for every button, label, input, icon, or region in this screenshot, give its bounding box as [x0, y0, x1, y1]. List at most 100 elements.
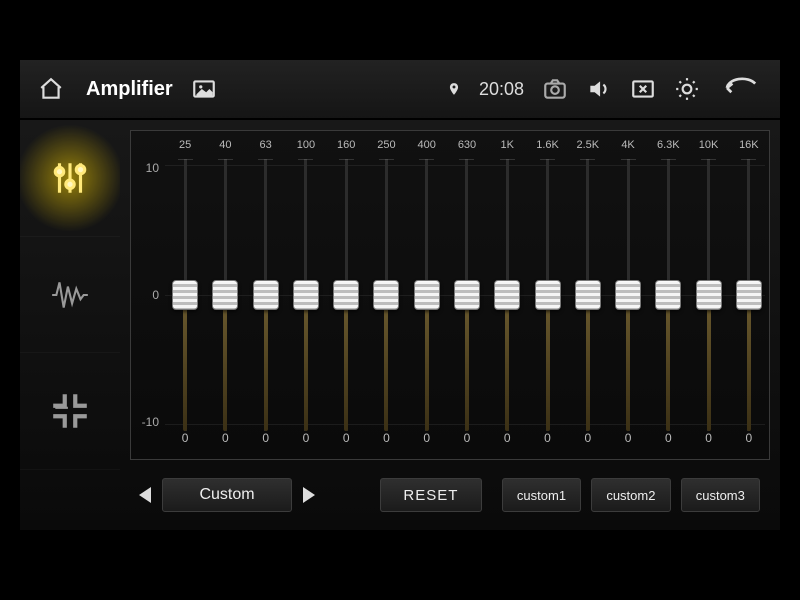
band-slider[interactable]: [286, 159, 326, 431]
band-thumb[interactable]: [333, 280, 359, 310]
band-stem: [465, 295, 469, 431]
band-thumb[interactable]: [373, 280, 399, 310]
band-slider[interactable]: [366, 159, 406, 431]
band-thumb[interactable]: [414, 280, 440, 310]
brightness-icon[interactable]: [674, 76, 700, 102]
status-bar: Amplifier 20:08: [20, 60, 780, 120]
band-value-label: 0: [343, 431, 350, 451]
band-stem: [626, 295, 630, 431]
band-stem: [344, 295, 348, 431]
mode-sidebar: [20, 120, 120, 470]
band-slider[interactable]: [648, 159, 688, 431]
eq-mode-tab[interactable]: [20, 120, 120, 237]
band-value-label: 0: [464, 431, 471, 451]
band-thumb[interactable]: [454, 280, 480, 310]
band-value-label: 0: [584, 431, 591, 451]
band-thumb[interactable]: [535, 280, 561, 310]
band-slider[interactable]: [608, 159, 648, 431]
bottom-bar: Custom RESET custom1 custom2 custom3: [120, 470, 770, 520]
scale-mid: 0: [131, 288, 159, 302]
band-thumb[interactable]: [212, 280, 238, 310]
eq-band: 400 0: [407, 131, 447, 459]
band-slider[interactable]: [407, 159, 447, 431]
band-freq-label: 1K: [501, 139, 514, 159]
band-slider[interactable]: [568, 159, 608, 431]
preset-name-display[interactable]: Custom: [162, 478, 292, 512]
band-slider[interactable]: [326, 159, 366, 431]
band-stem: [304, 295, 308, 431]
band-value-label: 0: [625, 431, 632, 451]
band-value-label: 0: [222, 431, 229, 451]
eq-band: 250 0: [366, 131, 406, 459]
band-freq-label: 400: [418, 139, 436, 159]
back-icon[interactable]: [718, 76, 762, 102]
band-slider[interactable]: [447, 159, 487, 431]
band-stem: [546, 295, 550, 431]
volume-icon[interactable]: [586, 76, 612, 102]
camera-icon[interactable]: [542, 76, 568, 102]
band-freq-label: 1.6K: [536, 139, 559, 159]
band-stem: [183, 295, 187, 431]
band-freq-label: 630: [458, 139, 476, 159]
eq-band: 630 0: [447, 131, 487, 459]
band-value-label: 0: [746, 431, 753, 451]
band-slider[interactable]: [246, 159, 286, 431]
eq-band: 10K 0: [688, 131, 728, 459]
eq-band: 1K 0: [487, 131, 527, 459]
band-stem: [223, 295, 227, 431]
band-stem: [586, 295, 590, 431]
band-thumb[interactable]: [293, 280, 319, 310]
eq-band: 2.5K 0: [568, 131, 608, 459]
custom-slot-2-button[interactable]: custom2: [591, 478, 670, 512]
band-slider[interactable]: [527, 159, 567, 431]
band-stem: [384, 295, 388, 431]
band-freq-label: 100: [297, 139, 315, 159]
band-slider[interactable]: [487, 159, 527, 431]
band-freq-label: 63: [260, 139, 272, 159]
band-freq-label: 250: [377, 139, 395, 159]
preset-prev-button[interactable]: [130, 480, 160, 510]
band-thumb[interactable]: [494, 280, 520, 310]
clock: 20:08: [479, 79, 524, 100]
custom-slot-1-button[interactable]: custom1: [502, 478, 581, 512]
scale-min: -10: [131, 415, 159, 429]
band-thumb[interactable]: [575, 280, 601, 310]
preset-next-button[interactable]: [294, 480, 324, 510]
band-slider[interactable]: [729, 159, 769, 431]
band-thumb[interactable]: [615, 280, 641, 310]
balance-mode-tab[interactable]: [20, 353, 120, 470]
band-stem: [666, 295, 670, 431]
band-value-label: 0: [262, 431, 269, 451]
home-icon[interactable]: [38, 76, 64, 102]
soundfield-mode-tab[interactable]: [20, 237, 120, 354]
band-value-label: 0: [383, 431, 390, 451]
eq-band: 25 0: [165, 131, 205, 459]
close-screen-icon[interactable]: [630, 76, 656, 102]
band-freq-label: 4K: [621, 139, 634, 159]
eq-band: 1.6K 0: [527, 131, 567, 459]
band-thumb[interactable]: [172, 280, 198, 310]
band-stem: [747, 295, 751, 431]
band-stem: [505, 295, 509, 431]
band-thumb[interactable]: [696, 280, 722, 310]
equalizer-panel: 10 0 -10 25 0 40 0 63 0 100: [130, 130, 770, 460]
band-slider[interactable]: [165, 159, 205, 431]
band-value-label: 0: [423, 431, 430, 451]
band-thumb[interactable]: [736, 280, 762, 310]
eq-band: 40 0: [205, 131, 245, 459]
picture-icon[interactable]: [191, 76, 217, 102]
eq-band: 16K 0: [729, 131, 769, 459]
band-thumb[interactable]: [253, 280, 279, 310]
band-value-label: 0: [303, 431, 310, 451]
screen-title: Amplifier: [86, 78, 173, 101]
band-slider[interactable]: [205, 159, 245, 431]
band-value-label: 0: [705, 431, 712, 451]
location-icon[interactable]: [447, 76, 461, 102]
band-thumb[interactable]: [655, 280, 681, 310]
band-freq-label: 160: [337, 139, 355, 159]
band-freq-label: 25: [179, 139, 191, 159]
custom-slot-3-button[interactable]: custom3: [681, 478, 760, 512]
reset-button[interactable]: RESET: [380, 478, 482, 512]
band-slider[interactable]: [688, 159, 728, 431]
band-value-label: 0: [544, 431, 551, 451]
